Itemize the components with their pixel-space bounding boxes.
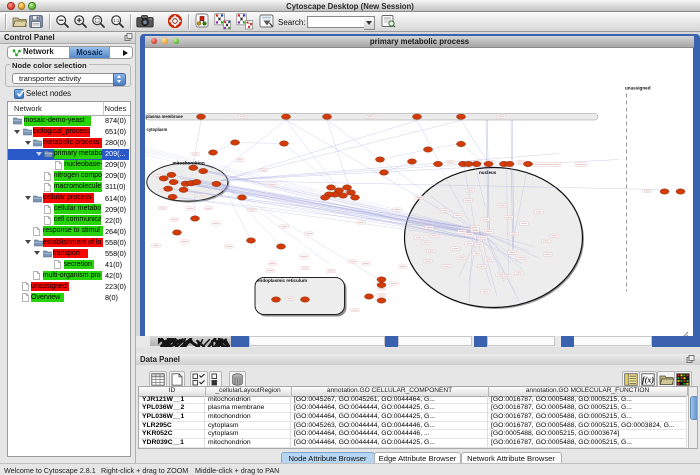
- svg-text:cytoplasm: cytoplasm: [147, 127, 168, 132]
- svg-text:nucleus: nucleus: [479, 170, 497, 175]
- svg-text:f(x): f(x): [642, 376, 654, 385]
- svg-text:endoplasmic reticulum: endoplasmic reticulum: [257, 278, 307, 283]
- svg-text:1:1: 1:1: [113, 18, 120, 23]
- svg-text:unassigned: unassigned: [625, 85, 651, 90]
- svg-text:mitochondrion: mitochondrion: [173, 160, 205, 165]
- svg-text:plasma membrane: plasma membrane: [146, 114, 183, 119]
